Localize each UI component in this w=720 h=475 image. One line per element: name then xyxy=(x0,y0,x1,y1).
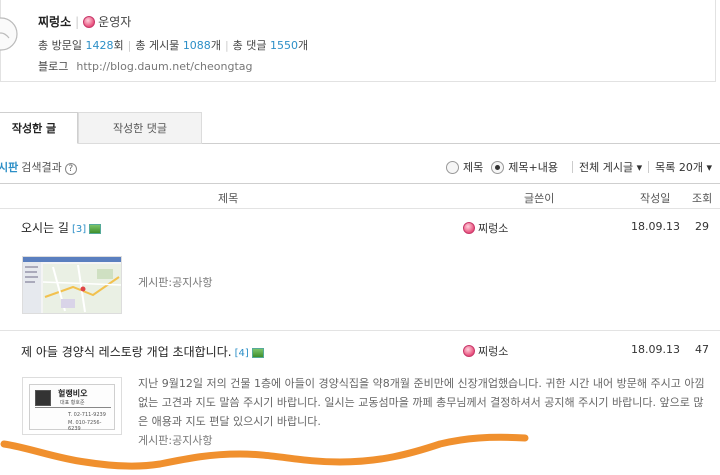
all-boards-dropdown[interactable]: 전체 게시글 ▾ xyxy=(579,159,642,175)
card-tel: T. 02-711-9239 xyxy=(68,412,106,418)
visits-unit: 회 xyxy=(113,39,124,52)
posts-label: 총 게시물 xyxy=(135,39,180,52)
post-title[interactable]: 제 아들 경양식 레스토랑 개업 초대합니다. xyxy=(21,345,232,359)
radio-title-content[interactable]: 제목+내용 xyxy=(491,159,558,175)
map-thumbnail[interactable] xyxy=(22,256,122,314)
image-attachment-icon xyxy=(89,223,102,234)
filter-bar: 시판 검색결과? 제목 제목+내용 전체 게시글 ▾ 목록 20개 ▾ xyxy=(0,156,720,178)
author-name[interactable]: 찌렁소 xyxy=(478,220,508,236)
card-rule xyxy=(35,407,111,408)
map-thumbnail-image xyxy=(23,257,121,313)
post-excerpt[interactable]: 지난 9월12일 저의 건물 1층에 아들이 경양식집을 약8개월 준비만에 신… xyxy=(138,374,708,431)
board-name[interactable]: 시판 xyxy=(0,161,18,174)
comment-count[interactable]: [4] xyxy=(235,348,249,359)
divider xyxy=(648,161,650,173)
radio-title[interactable]: 제목 xyxy=(446,159,483,175)
profile-panel: 찌렁소 | 운영자 총 방문일 1428회 | 총 게시물 1088개 | 총 댓글 155… xyxy=(0,0,716,82)
avatar xyxy=(0,17,18,51)
member-level-icon xyxy=(463,222,475,234)
tab-written-posts[interactable]: 작성한 글 xyxy=(0,112,78,144)
member-level-icon xyxy=(463,345,475,357)
post-title-line: 제 아들 경양식 레스토랑 개업 초대합니다. [4] xyxy=(21,343,264,360)
post-board: 게시판:공지사항 xyxy=(138,276,213,289)
profile-blog: 블로그 http://blog.daum.net/cheongtag xyxy=(38,58,253,74)
posts-count: 1088 xyxy=(182,39,211,52)
col-views: 조회 xyxy=(692,192,713,205)
business-card: 헐랭비오 대표 황호준 T. 02-711-9239 M. 010-7256-6… xyxy=(29,384,115,432)
help-icon[interactable]: ? xyxy=(64,163,77,175)
member-level-icon xyxy=(83,16,96,28)
col-author: 글쓴이 xyxy=(524,192,555,205)
post-views: 47 xyxy=(695,343,709,356)
visits-count: 1428 xyxy=(85,39,114,52)
visits-label: 총 방문일 xyxy=(38,39,82,52)
card-logo xyxy=(35,390,51,406)
col-date: 작성일 xyxy=(640,192,671,205)
post-author[interactable]: 찌렁소 xyxy=(463,343,508,359)
comments-count: 1550 xyxy=(270,39,299,52)
table-header: 제목 글쓴이 작성일 조회 xyxy=(0,183,720,209)
filter-controls: 제목 제목+내용 전체 게시글 ▾ 목록 20개 ▾ xyxy=(446,159,712,175)
post-author[interactable]: 찌렁소 xyxy=(463,220,508,236)
profile-role: 운영자 xyxy=(98,15,132,29)
col-title: 제목 xyxy=(218,192,239,205)
profile-name-line: 찌렁소 | 운영자 xyxy=(38,15,132,29)
post-date: 18.09.13 xyxy=(631,343,680,356)
table-row: 오시는 길 [3] 찌렁소 18.09.13 29 게시판:공지사항 xyxy=(0,209,720,331)
comment-count[interactable]: [3] xyxy=(72,224,86,235)
posts-unit: 개 xyxy=(210,39,221,52)
radio-title-content-icon[interactable] xyxy=(491,160,505,174)
profile-name[interactable]: 찌렁소 xyxy=(38,15,71,29)
board-result: 시판 검색결과? xyxy=(0,159,77,175)
card-name: 헐랭비오 xyxy=(58,389,88,398)
post-title[interactable]: 오시는 길 xyxy=(21,221,69,235)
list-size-dropdown[interactable]: 목록 20개 ▾ xyxy=(655,159,712,175)
comments-unit: 개 xyxy=(298,39,309,52)
radio-title-icon[interactable] xyxy=(446,160,460,174)
content-tabs: 작성한 글 작성한 댓글 xyxy=(0,112,720,144)
post-date: 18.09.13 xyxy=(631,220,680,233)
radio-title-content-label: 제목+내용 xyxy=(508,161,558,174)
blog-link[interactable]: http://blog.daum.net/cheongtag xyxy=(76,60,252,73)
scribble-annotation xyxy=(0,433,529,470)
divider xyxy=(572,161,573,173)
author-name[interactable]: 찌렁소 xyxy=(478,343,508,359)
business-card-thumbnail[interactable]: 헐랭비오 대표 황호준 T. 02-711-9239 M. 010-7256-6… xyxy=(22,377,122,435)
post-title-line: 오시는 길 [3] xyxy=(21,219,102,236)
card-rep: 대표 황호준 xyxy=(60,400,85,406)
comments-label: 총 댓글 xyxy=(232,39,267,52)
tab-written-comments[interactable]: 작성한 댓글 xyxy=(78,112,202,144)
blog-label: 블로그 xyxy=(38,60,69,73)
image-attachment-icon xyxy=(251,347,264,358)
post-views: 29 xyxy=(695,220,709,233)
search-result-label: 검색결과 xyxy=(21,161,62,174)
radio-title-label: 제목 xyxy=(463,161,484,174)
profile-stats: 총 방문일 1428회 | 총 게시물 1088개 | 총 댓글 1550개 xyxy=(38,39,309,52)
